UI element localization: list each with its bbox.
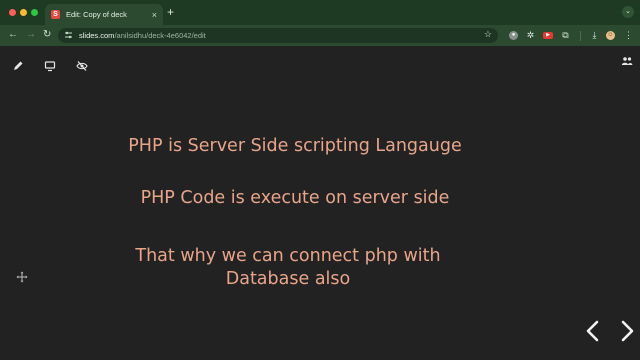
profile-avatar-icon[interactable]: ☺ [606, 31, 615, 40]
edit-pencil-button[interactable] [7, 55, 29, 77]
youtube-icon[interactable]: ▶ [543, 32, 553, 39]
toolbar-divider [580, 31, 581, 41]
download-icon[interactable]: ⤓ [590, 31, 599, 40]
tab-title: Edit: Copy of deck [66, 10, 127, 19]
present-button[interactable] [39, 55, 61, 77]
next-slide-arrow-icon[interactable] [618, 320, 636, 342]
new-tab-button[interactable]: + [167, 6, 174, 18]
people-icon [621, 57, 633, 65]
slide-text-line-4: Database also [225, 269, 351, 289]
window-maximize-button[interactable] [31, 9, 38, 16]
extension-icon[interactable]: ● [509, 31, 518, 40]
menu-kebab-icon[interactable]: ⋮ [624, 31, 633, 40]
slide-text-line-1[interactable]: PHP is Server Side scripting Langauge [0, 135, 590, 158]
hide-slide-button[interactable] [71, 55, 93, 77]
browser-tab-bar: S Edit: Copy of deck × + ⌄ [0, 0, 640, 25]
reload-button[interactable]: ↻ [43, 29, 51, 41]
browser-tab[interactable]: S Edit: Copy of deck × [45, 4, 163, 25]
back-button[interactable]: ← [8, 29, 18, 41]
forward-button[interactable]: → [26, 29, 36, 41]
address-bar[interactable]: slides.com/anilsidhu/deck-4e6042/edit ☆ [58, 28, 498, 43]
slide-text-block-3[interactable]: That why we can connect php with Databas… [0, 245, 576, 291]
slide-stage: PHP is Server Side scripting Langauge PH… [0, 46, 640, 360]
eye-off-icon [76, 61, 88, 71]
tab-favicon-icon: S [51, 10, 60, 19]
previous-slide-arrow-icon[interactable] [584, 320, 602, 342]
tab-search-button[interactable]: ⌄ [622, 6, 634, 18]
react-devtools-icon[interactable]: ✲ [526, 31, 535, 40]
tab-close-icon[interactable]: × [152, 10, 157, 20]
drag-move-icon[interactable] [16, 270, 28, 283]
url-host: slides.com [79, 31, 115, 40]
extensions-puzzle-icon[interactable]: ⧉ [561, 31, 570, 40]
pencil-icon [14, 61, 23, 70]
slide-text-line-3: That why we can connect php with [135, 246, 441, 266]
collaborators-button[interactable] [620, 54, 634, 68]
slide-text-line-2[interactable]: PHP Code is execute on server side [0, 187, 590, 210]
browser-toolbar: ← → ↻ slides.com/anilsidhu/deck-4e6042/e… [0, 25, 640, 46]
monitor-icon [44, 61, 56, 72]
site-info-icon[interactable] [64, 31, 73, 41]
window-minimize-button[interactable] [20, 9, 27, 16]
url-path: /anilsidhu/deck-4e6042/edit [114, 31, 206, 40]
window-close-button[interactable] [9, 9, 16, 16]
bookmark-star-icon[interactable]: ☆ [484, 29, 492, 40]
